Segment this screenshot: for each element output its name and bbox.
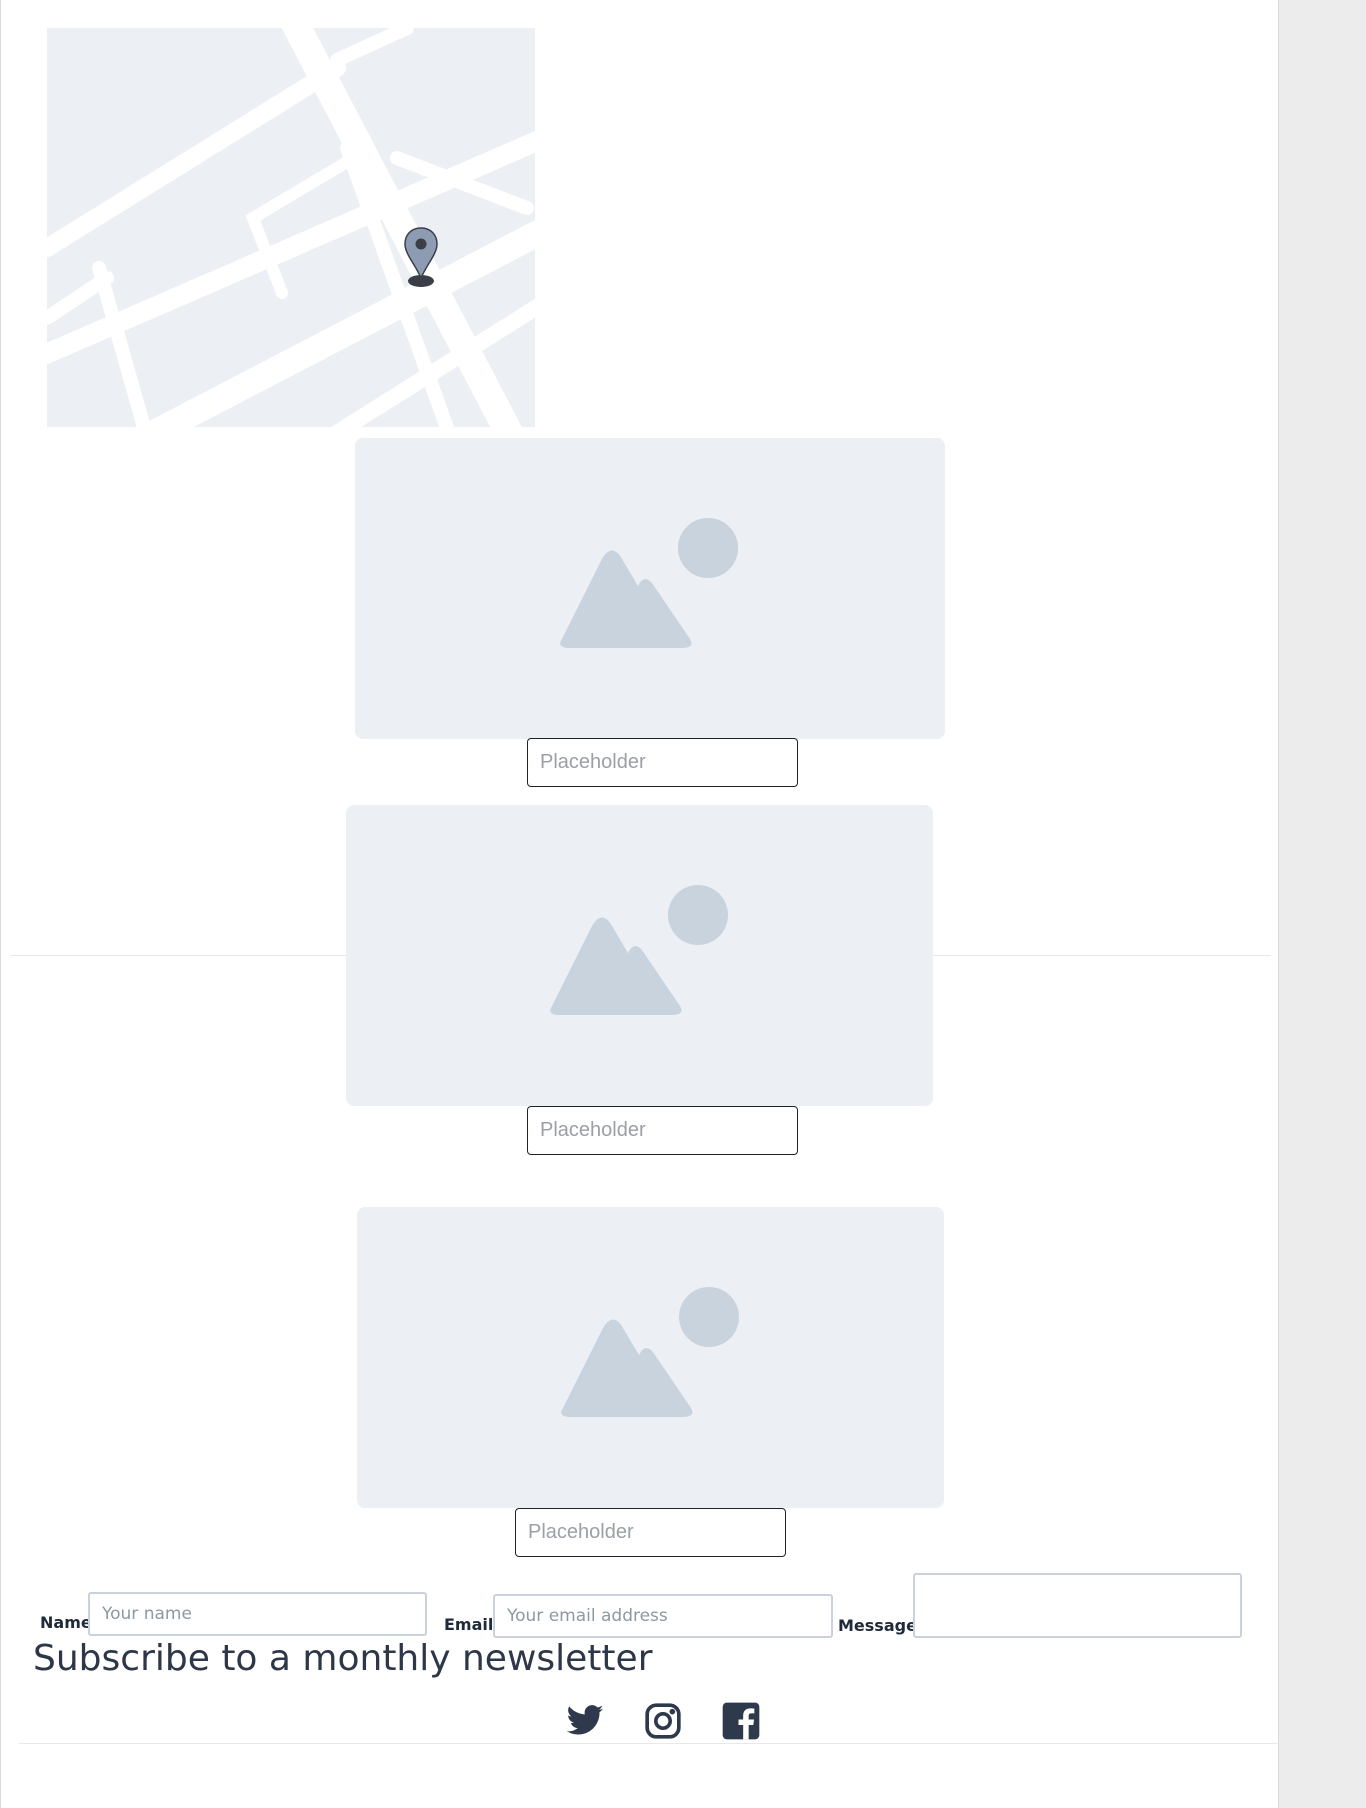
page-canvas: Name Email Message Subscribe to a monthl… xyxy=(0,0,1279,1808)
caption-input-3[interactable] xyxy=(515,1508,786,1557)
message-label: Message xyxy=(838,1616,917,1635)
message-textarea[interactable] xyxy=(913,1573,1242,1638)
name-label: Name xyxy=(40,1613,92,1632)
social-links xyxy=(565,1701,799,1741)
footer-divider xyxy=(19,1743,1279,1744)
twitter-icon[interactable] xyxy=(565,1701,605,1741)
image-placeholder-1 xyxy=(355,438,945,739)
caption-input-2[interactable] xyxy=(527,1106,798,1155)
name-input[interactable] xyxy=(88,1592,427,1636)
map-pin-icon[interactable] xyxy=(402,226,440,290)
instagram-icon[interactable] xyxy=(643,1701,683,1741)
email-label: Email xyxy=(444,1615,494,1634)
map-embed[interactable] xyxy=(47,28,535,427)
image-placeholder-icon xyxy=(549,884,728,1015)
facebook-icon[interactable] xyxy=(721,1701,761,1741)
image-placeholder-icon xyxy=(560,517,738,648)
image-placeholder-icon xyxy=(560,1286,739,1417)
map-streets xyxy=(47,28,535,427)
newsletter-headline: Subscribe to a monthly newsletter xyxy=(33,1638,653,1679)
email-input[interactable] xyxy=(493,1594,833,1638)
image-placeholder-2 xyxy=(346,805,933,1106)
caption-input-1[interactable] xyxy=(527,738,798,787)
image-placeholder-3 xyxy=(357,1207,944,1508)
